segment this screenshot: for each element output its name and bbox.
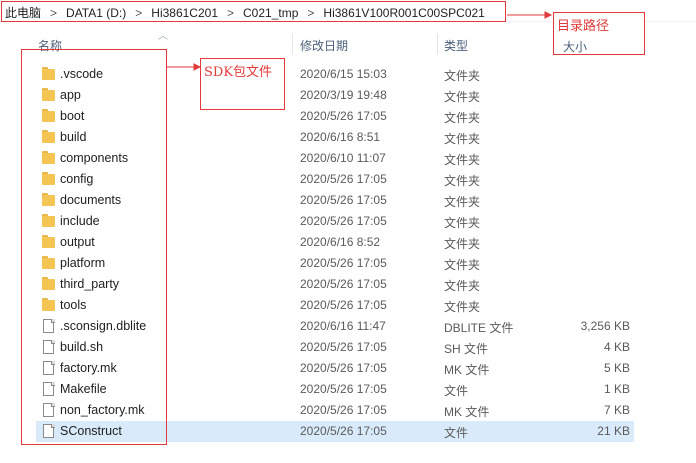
sdk-arrow-head (193, 63, 202, 71)
directory-arrow-head (544, 11, 553, 19)
annotation-arrows (167, 11, 553, 71)
